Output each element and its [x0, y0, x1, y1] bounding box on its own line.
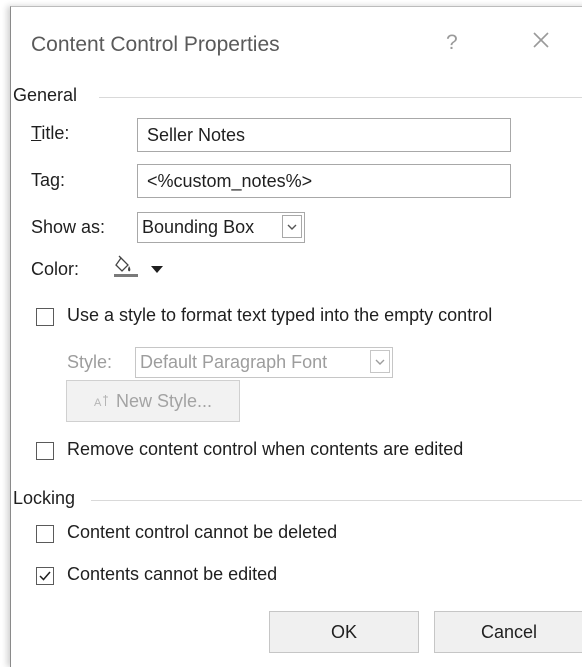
show-as-label: Show as:: [31, 217, 106, 237]
svg-text:A: A: [94, 397, 102, 408]
style-dropdown[interactable]: Default Paragraph Font: [135, 347, 393, 378]
style-label: Style:: [67, 352, 113, 372]
show-as-dropdown[interactable]: Bounding Box: [137, 212, 305, 243]
new-style-button[interactable]: A New Style...: [66, 380, 240, 422]
cannot-edit-label: Contents cannot be edited: [67, 564, 278, 584]
close-icon[interactable]: [528, 27, 554, 53]
cannot-delete-checkbox[interactable]: [36, 525, 54, 543]
use-style-checkbox[interactable]: [36, 308, 54, 326]
color-picker-button[interactable]: [107, 252, 177, 282]
tag-input[interactable]: <%custom_notes%>: [137, 164, 511, 198]
cannot-edit-checkbox[interactable]: [36, 567, 54, 585]
chevron-down-icon[interactable]: [282, 215, 302, 238]
color-dropdown-arrow-icon: [151, 261, 163, 279]
new-style-label: New Style...: [115, 391, 213, 411]
tag-label: Tag:: [31, 170, 66, 190]
title-input[interactable]: Seller Notes: [137, 118, 511, 152]
locking-section-label: Locking: [13, 488, 76, 508]
use-style-label: Use a style to format text typed into th…: [67, 305, 493, 325]
title-label: Title:: [31, 123, 70, 143]
show-as-value: Bounding Box: [142, 217, 255, 237]
style-chevron-down-icon[interactable]: [370, 350, 390, 373]
general-group-divider: [99, 97, 582, 98]
help-button[interactable]: ?: [446, 31, 458, 55]
remove-content-control-label: Remove content control when contents are…: [67, 439, 464, 459]
content-control-properties-dialog: Content Control Properties ? General Tit…: [10, 6, 582, 667]
cannot-delete-label: Content control cannot be deleted: [67, 522, 338, 542]
style-value: Default Paragraph Font: [140, 352, 328, 372]
paint-bucket-icon: [113, 254, 141, 285]
checkmark-icon: [38, 569, 52, 588]
color-label: Color:: [31, 259, 80, 279]
cancel-button[interactable]: Cancel: [434, 611, 582, 653]
locking-group-divider: [91, 500, 582, 501]
dialog-titlebar: Content Control Properties ?: [11, 7, 582, 79]
title-label-text: itle:: [41, 123, 70, 143]
dialog-title: Content Control Properties: [31, 33, 280, 56]
general-section-label: General: [13, 85, 78, 105]
new-style-icon: A: [94, 382, 110, 422]
ok-button[interactable]: OK: [269, 611, 419, 653]
remove-content-control-checkbox[interactable]: [36, 442, 54, 460]
